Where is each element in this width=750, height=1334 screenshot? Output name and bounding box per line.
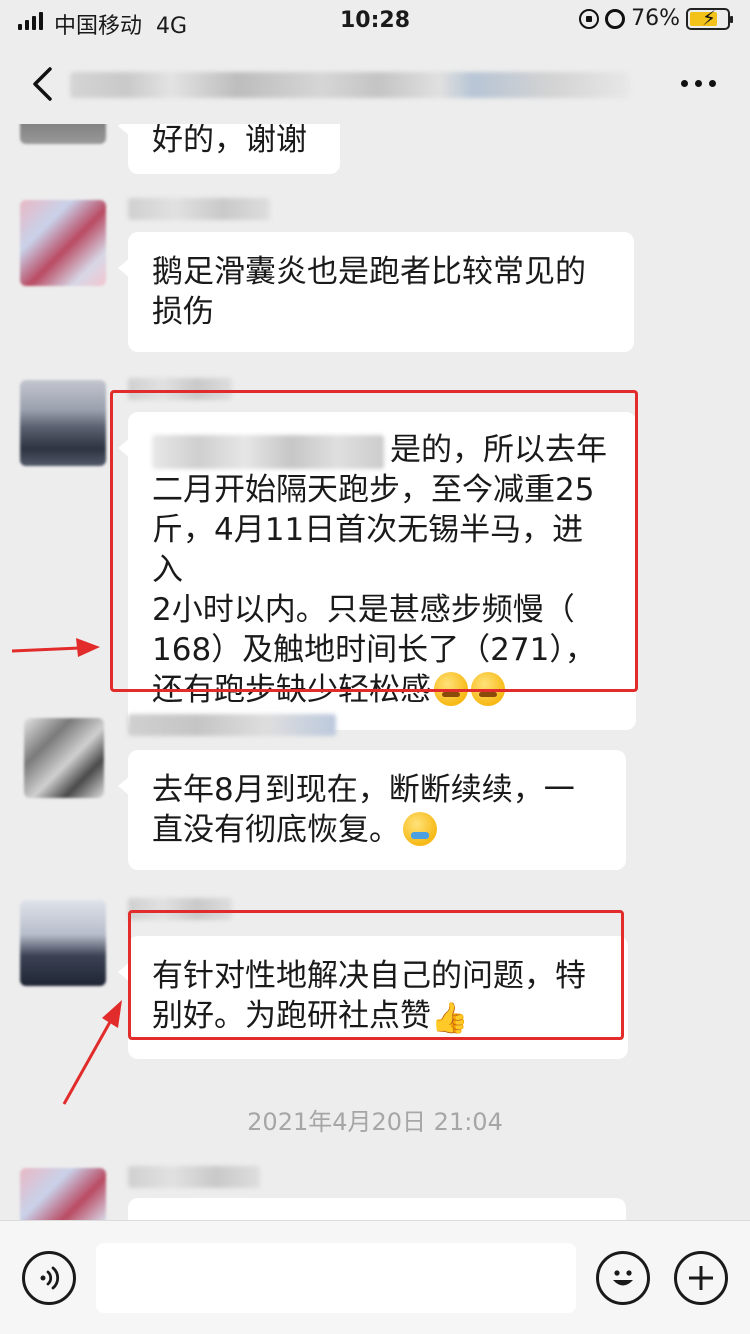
battery-percent: 76% [631,6,680,31]
message-bubble[interactable] [128,1198,626,1220]
avatar[interactable] [20,380,106,466]
crying-laughing-emoji-icon [403,812,437,846]
more-dots-icon[interactable] [681,80,716,87]
highlight-box [128,910,624,1040]
avatar[interactable] [20,900,106,986]
chat-header [0,44,750,124]
avatar[interactable] [24,718,104,798]
message-text-line: 损伤 [152,294,214,330]
more-functions-button[interactable] [674,1251,728,1305]
message-input[interactable] [96,1243,576,1313]
plus-icon [689,1266,713,1290]
message-bubble[interactable]: 去年8月到现在，断断续续，一 直没有彻底恢复。 [118,750,626,870]
highlight-box [110,390,638,692]
orientation-lock-icon [579,8,600,29]
sender-name-blurred [128,714,336,736]
message-text-line: 直没有彻底恢复。 [152,810,602,850]
voice-input-button[interactable] [22,1251,76,1305]
message-bubble[interactable]: 鹅足滑囊炎也是跑者比较常见的 损伤 [118,232,634,352]
chevron-left-icon[interactable] [30,66,56,102]
emoji-button[interactable] [596,1251,650,1305]
status-bar: 中国移动 4G 10:28 76% ⚡ [0,0,750,44]
message-timestamp: 2021年4月20日 21:04 [247,1108,503,1136]
avatar[interactable] [20,1168,106,1220]
message-text-line: 鹅足滑囊炎也是跑者比较常见的 [152,254,586,290]
red-arrow-icon [62,1000,122,1105]
chat-title-blurred [70,72,630,98]
chat-input-bar [0,1220,750,1334]
alarm-icon [605,8,626,29]
message-text-line: 去年8月到现在，断断续续，一 [152,772,575,808]
red-arrow-icon [11,638,100,657]
sender-name-blurred [128,1166,260,1188]
avatar[interactable] [20,200,106,286]
voice-icon [40,1266,60,1290]
smiley-icon [613,1270,633,1286]
charging-bolt-icon: ⚡ [702,5,717,30]
battery-icon: ⚡ [686,5,733,30]
sender-name-blurred [128,198,270,220]
chat-message-list[interactable]: 好的，谢谢 鹅足滑囊炎也是跑者比较常见的 损伤 是的，所以去年 二月开始隔天跑步… [0,124,750,1220]
avatar[interactable] [20,124,106,144]
message-bubble[interactable]: 好的，谢谢 [118,124,340,174]
status-icons: 76% ⚡ [579,5,733,31]
